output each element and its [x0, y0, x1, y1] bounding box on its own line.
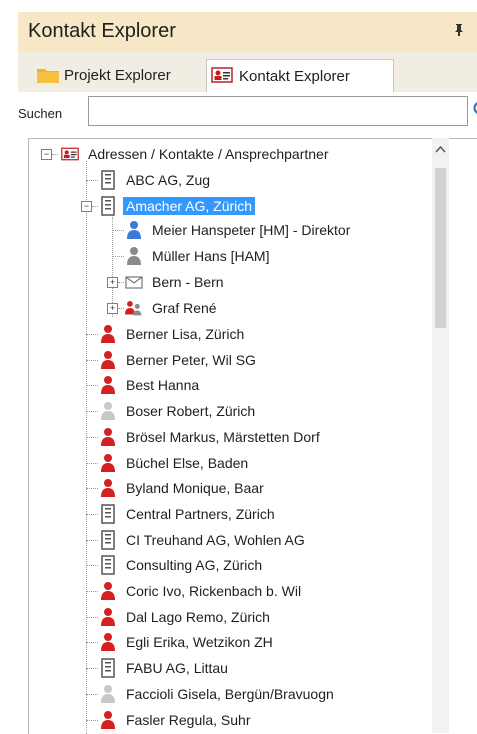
search-label: Suchen [18, 106, 62, 121]
tab-strip: Projekt Explorer Kontakt Explorer [18, 52, 477, 93]
tree-item[interactable]: Berner Lisa, Zürich [99, 322, 247, 346]
search-row: Suchen [18, 92, 477, 132]
tree-item[interactable]: Fasler Regula, Suhr [99, 708, 254, 732]
tree-item[interactable]: Bern - Bern [125, 270, 227, 294]
tree-item[interactable]: Boser Robert, Zürich [99, 399, 258, 423]
tree-item[interactable]: Müller Hans [HAM] [125, 244, 272, 268]
tab-kontakt-explorer[interactable]: Kontakt Explorer [206, 59, 394, 92]
pin-icon[interactable] [451, 22, 467, 41]
left-edge [0, 0, 18, 733]
person-lightgray-icon [99, 401, 117, 421]
person-red-icon [99, 350, 117, 370]
person-gray-icon [125, 246, 143, 266]
tree-item[interactable]: Best Hanna [99, 373, 202, 397]
tree-item[interactable]: Büchel Else, Baden [99, 451, 251, 475]
app-window: Kontakt Explorer Projekt Explorer Kontak… [0, 0, 477, 733]
scroll-up-icon[interactable] [435, 144, 446, 156]
tree-item[interactable]: Brösel Markus, Märstetten Dorf [99, 425, 323, 449]
person-red-icon [99, 607, 117, 627]
tree-item[interactable]: Dal Lago Remo, Zürich [99, 605, 273, 629]
tree-item[interactable]: Byland Monique, Baar [99, 476, 267, 500]
person-red-icon [99, 581, 117, 601]
collapse-toggle[interactable]: − [41, 149, 52, 160]
people-icon [125, 298, 143, 318]
building-icon [99, 530, 117, 550]
contact-tree[interactable]: − Adressen / Kontakte / Ansprechpartner … [28, 138, 477, 734]
tree-item[interactable]: Graf René [125, 296, 220, 320]
person-red-icon [99, 427, 117, 447]
building-icon [99, 658, 117, 678]
tab-projekt-explorer[interactable]: Projekt Explorer [32, 60, 217, 90]
tree-root-label: Adressen / Kontakte / Ansprechpartner [85, 145, 331, 163]
tree-scrollbar[interactable] [432, 138, 449, 733]
tree-item[interactable]: FABU AG, Littau [99, 656, 231, 680]
building-icon [99, 196, 117, 216]
scroll-thumb[interactable] [435, 168, 446, 328]
building-icon [99, 504, 117, 524]
contact-card-icon [211, 66, 235, 86]
tree-item[interactable]: Egli Erika, Wetzikon ZH [99, 630, 276, 654]
tree-item[interactable]: Faccioli Gisela, Bergün/Bravuogn [99, 682, 337, 706]
person-red-icon [99, 324, 117, 344]
tab-label: Kontakt Explorer [239, 68, 350, 85]
tree-item[interactable]: Meier Hanspeter [HM] - Direktor [125, 218, 353, 242]
tree-root[interactable]: Adressen / Kontakte / Ansprechpartner [61, 142, 331, 166]
collapse-toggle[interactable]: − [81, 201, 92, 212]
folder-icon [36, 65, 60, 85]
person-blue-icon [125, 220, 143, 240]
panel-titlebar: Kontakt Explorer [18, 12, 477, 52]
panel-title: Kontakt Explorer [28, 20, 176, 43]
envelope-icon [125, 272, 143, 292]
search-input[interactable] [88, 96, 468, 126]
search-icon[interactable] [472, 100, 477, 120]
person-red-icon [99, 375, 117, 395]
tree-item[interactable]: ABC AG, Zug [99, 168, 213, 192]
person-red-icon [99, 453, 117, 473]
expand-toggle[interactable]: + [107, 277, 118, 288]
tree-item[interactable]: Consulting AG, Zürich [99, 553, 265, 577]
tab-label: Projekt Explorer [64, 67, 171, 84]
tree-item[interactable]: CI Treuhand AG, Wohlen AG [99, 528, 308, 552]
tree-item-selected[interactable]: Amacher AG, Zürich [99, 194, 255, 218]
tree-item[interactable]: Central Partners, Zürich [99, 502, 278, 526]
tree-item[interactable]: Berner Peter, Wil SG [99, 348, 259, 372]
contact-card-icon [61, 144, 79, 164]
person-lightgray-icon [99, 684, 117, 704]
building-icon [99, 555, 117, 575]
person-red-icon [99, 710, 117, 730]
expand-toggle[interactable]: + [107, 303, 118, 314]
person-red-icon [99, 632, 117, 652]
tree-item[interactable]: Coric Ivo, Rickenbach b. Wil [99, 579, 304, 603]
person-red-icon [99, 478, 117, 498]
building-icon [99, 170, 117, 190]
